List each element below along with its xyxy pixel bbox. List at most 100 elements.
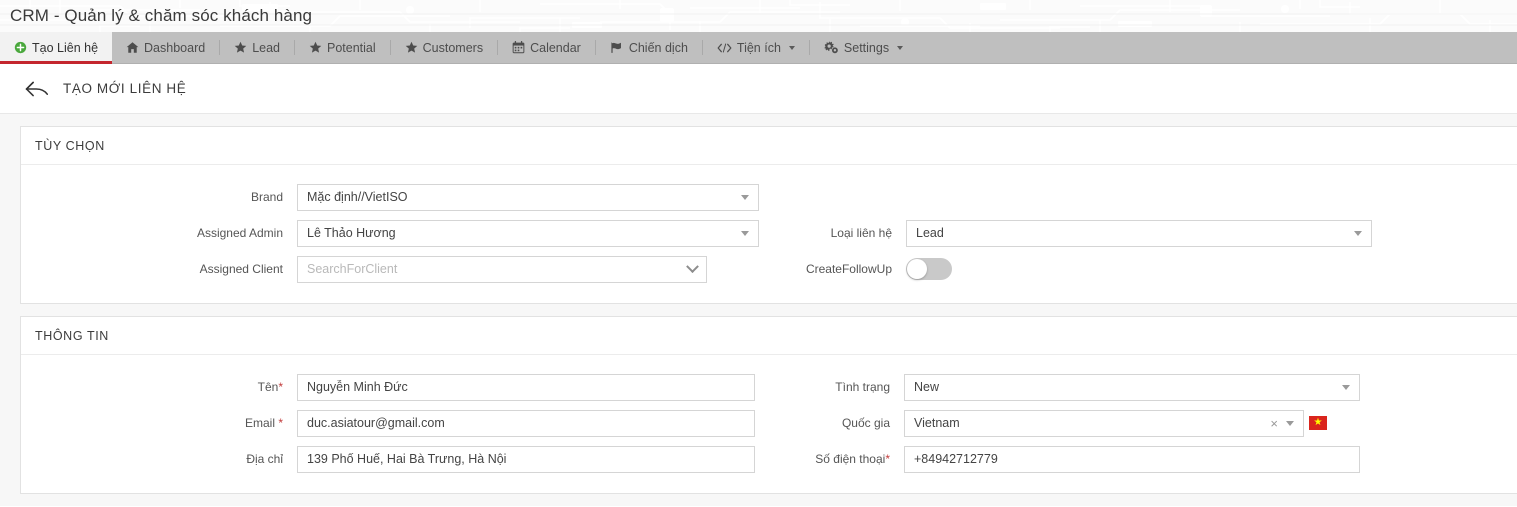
field-assigned-client: SearchForClient xyxy=(297,255,707,283)
panel-info-body: Tên* Tình trạng New xyxy=(21,355,1517,493)
panel-options-title: TÙY CHỌN xyxy=(21,127,1517,165)
tab-label: Lead xyxy=(252,40,280,55)
flag-icon xyxy=(610,41,624,54)
page-header-bar: TẠO MỚI LIÊN HỆ xyxy=(0,64,1517,114)
email-input[interactable] xyxy=(297,409,755,437)
tab-label: Settings xyxy=(843,40,890,55)
toggle-knob xyxy=(907,259,927,279)
field-brand: Mặc định//VietISO xyxy=(297,183,759,211)
tab-lead[interactable]: Lead xyxy=(220,32,294,63)
gears-icon xyxy=(824,41,839,54)
panel-options: TÙY CHỌN Brand Mặc định//VietISO Assigne… xyxy=(20,126,1517,304)
tab-label: Potential xyxy=(327,40,376,55)
flag-star: ★ xyxy=(1313,417,1323,428)
tab-settings[interactable]: Settings xyxy=(810,32,917,63)
form-row-assigned-admin: Assigned Admin Lê Thảo Hương Loại liên h… xyxy=(21,215,1517,251)
star-icon xyxy=(405,41,418,54)
tab-label: Dashboard xyxy=(144,40,206,55)
country-value: Vietnam xyxy=(914,416,960,430)
form-row-brand: Brand Mặc định//VietISO xyxy=(21,179,1517,215)
required-marker: * xyxy=(885,452,890,466)
calendar-icon xyxy=(512,41,525,54)
assigned-client-placeholder: SearchForClient xyxy=(307,262,398,276)
tab-dashboard[interactable]: Dashboard xyxy=(112,32,219,63)
label-email-text: Email xyxy=(244,416,279,430)
field-contact-type: Lead xyxy=(906,219,1372,247)
chevron-down-icon xyxy=(741,230,749,236)
assigned-admin-select[interactable]: Lê Thảo Hương xyxy=(297,219,759,247)
tab-label: Tạo Liên hệ xyxy=(32,40,99,55)
status-value: New xyxy=(914,380,940,394)
page-title: CRM - Quản lý & chăm sóc khách hàng xyxy=(10,6,313,25)
label-status: Tình trạng xyxy=(835,380,890,394)
status-select[interactable]: New xyxy=(904,373,1360,401)
label-assigned-client: Assigned Client xyxy=(199,262,283,276)
tab-tao-lien-he[interactable]: Tạo Liên hệ xyxy=(0,32,113,64)
country-select[interactable]: Vietnam × xyxy=(904,409,1304,437)
field-address xyxy=(297,445,755,473)
field-phone xyxy=(904,445,1360,473)
label-address-text: Địa chỉ xyxy=(246,452,283,466)
field-email xyxy=(297,409,755,437)
tab-label: Customers xyxy=(422,40,484,55)
label-name: Tên* xyxy=(21,380,297,394)
field-name xyxy=(297,373,755,401)
chevron-down-icon xyxy=(1286,420,1294,426)
label-assigned-admin: Assigned Admin xyxy=(196,226,283,240)
tab-potential[interactable]: Potential xyxy=(295,32,390,63)
label-address: Địa chỉ xyxy=(21,452,297,466)
home-icon xyxy=(126,41,139,54)
label-phone-text: Số điện thoại xyxy=(815,452,886,466)
field-country: Vietnam × ★ xyxy=(904,409,1327,437)
tab-label: Chiến dịch xyxy=(628,40,688,55)
required-marker: * xyxy=(278,380,283,394)
panel-options-body: Brand Mặc định//VietISO Assigned Admin L… xyxy=(21,165,1517,303)
label-contact-type: Loại liên hệ xyxy=(830,226,892,240)
back-arrow-icon[interactable] xyxy=(24,79,49,99)
star-icon xyxy=(309,41,322,54)
chevron-down-icon xyxy=(897,45,904,50)
assigned-admin-value: Lê Thảo Hương xyxy=(307,226,396,240)
plus-circle-icon xyxy=(14,41,27,54)
required-marker: * xyxy=(278,416,283,430)
code-icon xyxy=(717,42,732,54)
tab-chien-dich[interactable]: Chiến dịch xyxy=(596,32,702,63)
field-status: New xyxy=(904,373,1360,401)
tab-customers[interactable]: Customers xyxy=(391,32,497,63)
form-row-email: Email * Quốc gia Vietnam × xyxy=(21,405,1517,441)
label-brand: Brand xyxy=(250,190,283,204)
tab-calendar[interactable]: Calendar xyxy=(498,32,595,63)
tab-label: Tiện ích xyxy=(736,40,781,55)
main-navigation-tabs: Tạo Liên hệ Dashboard Lead Potential Cus… xyxy=(0,32,1517,64)
form-content-area: TÙY CHỌN Brand Mặc định//VietISO Assigne… xyxy=(0,114,1517,506)
tab-tien-ich[interactable]: Tiện ích xyxy=(703,32,809,63)
create-followup-toggle[interactable] xyxy=(906,258,952,280)
label-name-text: Tên xyxy=(257,380,279,394)
brand-select[interactable]: Mặc định//VietISO xyxy=(297,183,759,211)
assigned-client-select[interactable]: SearchForClient xyxy=(297,255,707,283)
clear-country-icon[interactable]: × xyxy=(1270,417,1278,430)
contact-type-value: Lead xyxy=(916,226,944,240)
brand-value: Mặc định//VietISO xyxy=(307,190,408,204)
label-phone: Số điện thoại* xyxy=(781,452,904,466)
chevron-down-icon xyxy=(741,194,749,200)
form-row-assigned-client: Assigned Client SearchForClient CreateFo… xyxy=(21,251,1517,287)
panel-info-title: THÔNG TIN xyxy=(21,317,1517,355)
address-input[interactable] xyxy=(297,445,755,473)
contact-type-select[interactable]: Lead xyxy=(906,219,1372,247)
panel-info: THÔNG TIN Tên* Tình trạng New xyxy=(20,316,1517,494)
chevron-down-icon xyxy=(788,45,795,50)
vietnam-flag-icon[interactable]: ★ xyxy=(1309,416,1327,430)
label-country: Quốc gia xyxy=(841,416,890,430)
chevron-down-icon xyxy=(686,259,699,273)
field-assigned-admin: Lê Thảo Hương xyxy=(297,219,759,247)
window-title-bar: CRM - Quản lý & chăm sóc khách hàng xyxy=(0,0,1517,32)
chevron-down-icon xyxy=(1354,230,1362,236)
tab-label: Calendar xyxy=(530,40,581,55)
name-input[interactable] xyxy=(297,373,755,401)
field-create-followup xyxy=(906,258,952,280)
form-row-address: Địa chỉ Số điện thoại* xyxy=(21,441,1517,477)
page-heading: TẠO MỚI LIÊN HỆ xyxy=(63,81,187,96)
phone-input[interactable] xyxy=(904,445,1360,473)
star-icon xyxy=(234,41,247,54)
